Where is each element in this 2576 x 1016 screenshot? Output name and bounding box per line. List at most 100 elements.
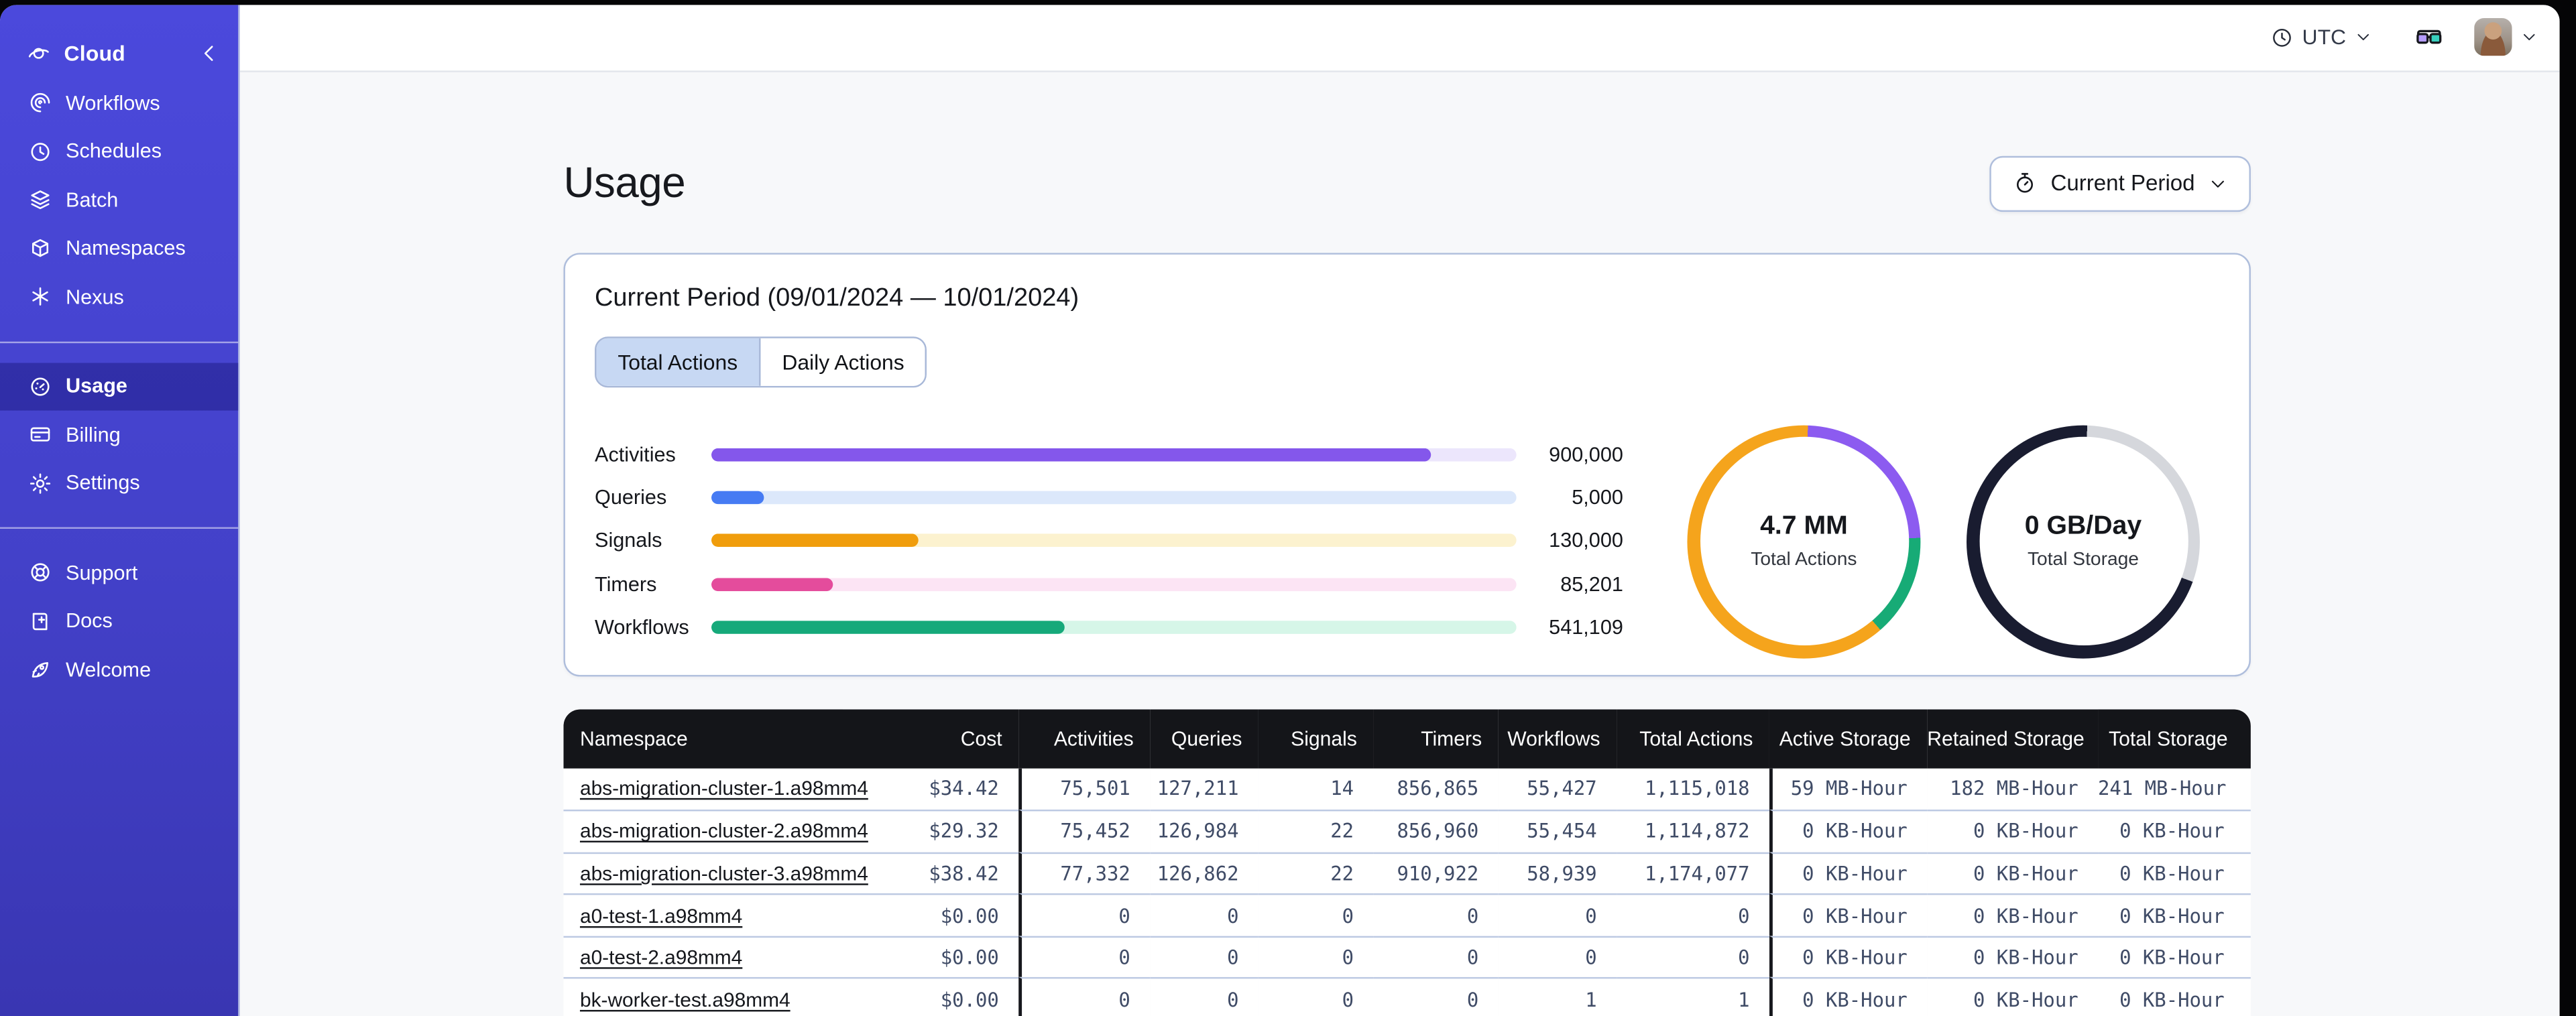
sidebar-group: Support Docs Welcome	[0, 548, 238, 694]
sidebar-item-settings[interactable]: Settings	[0, 459, 238, 507]
cell-workflows: 1	[1498, 978, 1617, 1016]
nexus-icon	[28, 285, 53, 310]
donut-center: 4.7 MM Total Actions	[1687, 424, 1920, 657]
namespace-link[interactable]: bk-worker-test.a98mm4	[580, 989, 791, 1011]
cell-total_storage: 0 KB-Hour	[2098, 936, 2251, 978]
period-button-label: Current Period	[2050, 170, 2195, 196]
tab-total-actions[interactable]: Total Actions	[596, 337, 760, 385]
usage-donuts: 4.7 MM Total Actions 0 GB/Day Total Storage	[1687, 424, 2200, 658]
batch-icon	[28, 188, 53, 212]
cell-activities: 0	[1018, 936, 1151, 978]
bar-fill	[711, 491, 764, 505]
cell-total_storage: 0 KB-Hour	[2098, 978, 2251, 1016]
sidebar-item-label: Batch	[66, 188, 119, 212]
namespace-link[interactable]: a0-test-1.a98mm4	[580, 904, 742, 927]
cell-workflows: 0	[1498, 936, 1617, 978]
main-column: UTC Usage Current Period Current Period …	[239, 5, 2560, 1016]
namespace-link[interactable]: a0-test-2.a98mm4	[580, 946, 742, 969]
cell-timers: 910,922	[1373, 851, 1499, 894]
namespace-link[interactable]: abs-migration-cluster-3.a98mm4	[580, 862, 868, 885]
bar-fill	[711, 621, 1065, 635]
column-header-retained_storage: Retained Storage	[1927, 708, 2099, 768]
chevron-down-icon	[2208, 174, 2227, 193]
donut-total-storage: 0 GB/Day Total Storage	[1967, 424, 2200, 658]
timezone-selector[interactable]: UTC	[2271, 25, 2372, 50]
labs-toggle[interactable]	[2412, 23, 2446, 52]
cell-cost: $38.42	[843, 851, 1019, 894]
cell-cost: $0.00	[843, 978, 1019, 1016]
table-row: abs-migration-cluster-1.a98mm4 $34.42 75,5…	[563, 767, 2251, 810]
settings-icon	[28, 471, 53, 496]
current-period-card: Current Period (09/01/2024 — 10/01/2024)…	[563, 252, 2251, 676]
sidebar-item-label: Support	[66, 561, 138, 584]
cell-activities: 75,452	[1018, 810, 1151, 852]
sidebar-item-batch[interactable]: Batch	[0, 176, 238, 224]
cell-activities: 0	[1018, 893, 1151, 936]
cell-retained_storage: 0 KB-Hour	[1927, 978, 2099, 1016]
bar-value: 5,000	[1572, 486, 1623, 510]
cell-cost: $29.32	[843, 810, 1019, 852]
cell-namespace: abs-migration-cluster-3.a98mm4	[563, 851, 868, 894]
bar-track	[711, 621, 1517, 635]
cell-namespace: a0-test-1.a98mm4	[563, 893, 843, 936]
cell-active_storage: 0 KB-Hour	[1769, 893, 1928, 936]
cell-retained_storage: 0 KB-Hour	[1927, 936, 2099, 978]
table-row: a0-test-1.a98mm4 $0.00 0 0 0 0 0 0 0 KB-Hour 0 KB…	[563, 893, 2251, 936]
sidebar-collapse-button[interactable]	[197, 40, 222, 65]
donut-value: 4.7 MM	[1760, 512, 1848, 541]
cell-active_storage: 0 KB-Hour	[1769, 810, 1928, 852]
bar-value: 85,201	[1560, 572, 1623, 596]
namespaces-icon	[28, 236, 53, 261]
column-header-queries: Queries	[1150, 708, 1258, 768]
sidebar-item-usage[interactable]: Usage	[0, 362, 239, 411]
period-selector-button[interactable]: Current Period	[1989, 155, 2251, 211]
topbar: UTC	[239, 5, 2560, 72]
avatar	[2474, 18, 2512, 56]
sidebar-item-welcome[interactable]: Welcome	[0, 645, 238, 694]
column-header-total_storage: Total Storage	[2098, 708, 2251, 768]
column-header-active_storage: Active Storage	[1769, 708, 1928, 768]
card-body: Activities 900,000 Queries 5,000 Signals 130,…	[595, 424, 2219, 658]
sidebar-item-label: Workflows	[66, 91, 160, 115]
user-menu[interactable]	[2474, 18, 2538, 56]
cell-namespace: bk-worker-test.a98mm4	[563, 978, 843, 1016]
cell-total_actions: 1,174,077	[1617, 851, 1769, 894]
sidebar-item-billing[interactable]: Billing	[0, 411, 238, 459]
usage-bar-row: Timers 85,201	[595, 563, 1623, 606]
cell-retained_storage: 0 KB-Hour	[1927, 893, 2099, 936]
namespace-link[interactable]: abs-migration-cluster-2.a98mm4	[580, 820, 868, 843]
bar-track	[711, 491, 1517, 505]
usage-bar-row: Activities 900,000	[595, 433, 1623, 476]
cell-retained_storage: 0 KB-Hour	[1927, 810, 2099, 852]
sidebar-item-label: Schedules	[66, 139, 162, 164]
bar-label: Workflows	[595, 616, 689, 639]
namespace-link[interactable]: abs-migration-cluster-1.a98mm4	[580, 777, 868, 800]
cell-retained_storage: 182 MB-Hour	[1927, 767, 2099, 810]
sidebar-brand[interactable]: Cloud	[0, 28, 238, 78]
bar-track	[711, 448, 1517, 462]
tab-daily-actions[interactable]: Daily Actions	[759, 337, 926, 385]
schedules-icon	[28, 139, 53, 164]
sidebar-item-workflows[interactable]: Workflows	[0, 79, 238, 127]
sidebar-item-namespaces[interactable]: Namespaces	[0, 224, 238, 272]
cell-signals: 0	[1258, 978, 1374, 1016]
usage-bar-row: Signals 130,000	[595, 519, 1623, 562]
bar-label: Queries	[595, 486, 667, 510]
screen: Cloud Workflows Schedules Batch Namespaces N…	[0, 0, 2576, 1016]
bar-label: Activities	[595, 443, 676, 466]
usage-icon	[28, 374, 53, 399]
chevron-down-icon	[2354, 28, 2372, 46]
sidebar-item-nexus[interactable]: Nexus	[0, 273, 238, 321]
sidebar-item-label: Usage	[66, 375, 127, 398]
column-header-workflows: Workflows	[1498, 708, 1617, 768]
sidebar-item-label: Settings	[66, 471, 140, 495]
cell-timers: 856,960	[1373, 810, 1499, 852]
cell-queries: 0	[1150, 936, 1258, 978]
sidebar-item-docs[interactable]: Docs	[0, 597, 238, 645]
sidebar-item-label: Welcome	[66, 657, 152, 682]
bar-track	[711, 534, 1517, 548]
sidebar-item-support[interactable]: Support	[0, 548, 238, 596]
brand-label: Cloud	[64, 40, 126, 65]
sidebar-item-schedules[interactable]: Schedules	[0, 127, 238, 176]
cell-retained_storage: 0 KB-Hour	[1927, 851, 2099, 894]
